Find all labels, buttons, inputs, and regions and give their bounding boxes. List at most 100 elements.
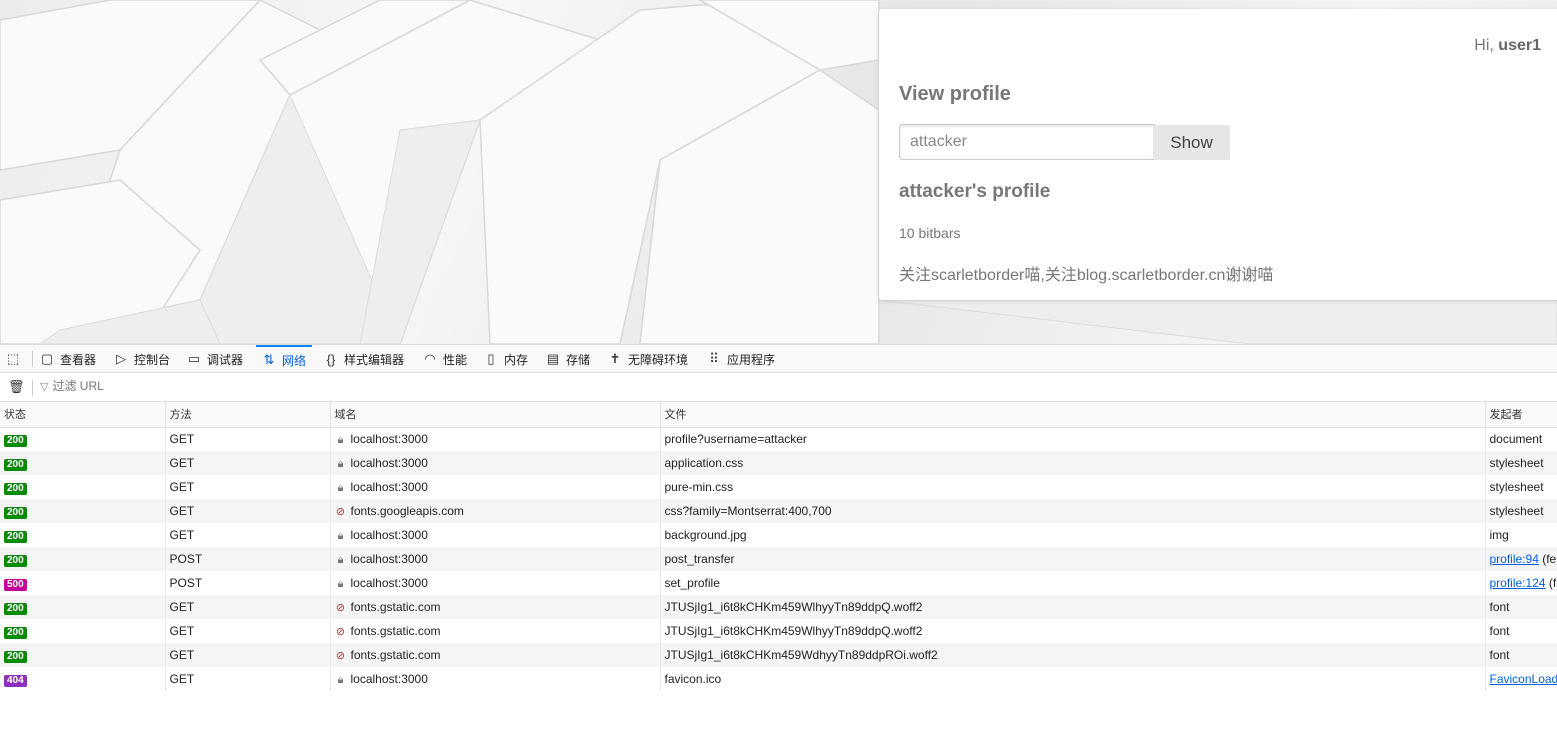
initiator-text: font — [1489, 624, 1510, 638]
domain-cell: 🔒︎ localhost:3000 — [330, 571, 661, 595]
tab-network[interactable]: ⇅ 网络 — [256, 345, 313, 373]
domain-text: fonts.googleapis.com — [350, 504, 464, 518]
tab-console[interactable]: ▷ 控制台 — [114, 345, 170, 373]
table-row[interactable]: 200 GET ⊘ fonts.gstatic.com JTUSjIg1_i6t8kCH… — [0, 619, 1557, 643]
method-cell: GET — [165, 619, 331, 643]
domain-cell: 🔒︎ localhost:3000 — [330, 451, 661, 475]
tab-label: 无障碍环境 — [628, 352, 689, 367]
username-input[interactable] — [899, 124, 1157, 160]
status-badge: 200 — [4, 554, 27, 567]
tab-label: 控制台 — [134, 352, 171, 367]
tab-performance[interactable]: ◠ 性能 — [423, 345, 467, 373]
domain-text: localhost:3000 — [350, 455, 428, 470]
initiator-cell: profile:124 (f — [1485, 571, 1557, 595]
status-cell: 200 — [0, 643, 166, 667]
filter-icon: ▽ — [40, 380, 49, 393]
status-badge: 200 — [4, 458, 27, 471]
domain-cell: 🔒︎ localhost:3000 — [330, 547, 661, 571]
column-header-file[interactable]: 文件 — [660, 402, 1486, 428]
lock-icon: 🔒︎ — [337, 457, 344, 470]
initiator-text: img — [1489, 528, 1509, 542]
file-cell: css?family=Montserrat:400,700 — [660, 499, 1486, 523]
show-button[interactable]: Show — [1153, 125, 1230, 160]
domain-text: localhost:3000 — [350, 431, 428, 446]
domain-cell: 🔒︎ localhost:3000 — [330, 427, 661, 451]
status-cell: 200 — [0, 499, 166, 523]
tab-label: 应用程序 — [727, 352, 776, 367]
tab-application[interactable]: ⠿ 应用程序 — [707, 345, 775, 373]
network-icon: ⇅ — [263, 352, 275, 367]
lock-icon: 🔒︎ — [337, 433, 344, 446]
tab-inspector[interactable]: ▢ 查看器 — [40, 345, 96, 373]
initiator-cell: stylesheet — [1485, 475, 1557, 499]
lock-icon: 🔒︎ — [337, 577, 344, 590]
table-row[interactable]: 200 GET 🔒︎ localhost:3000 pure-min.css styles… — [0, 475, 1557, 499]
lock-icon: 🔒︎ — [337, 673, 344, 686]
domain-text: fonts.gstatic.com — [350, 648, 441, 662]
application-icon: ⠿ — [709, 351, 719, 366]
table-row[interactable]: 500 POST 🔒︎ localhost:3000 set_profile profil… — [0, 571, 1557, 595]
profile-bio: 关注scarletborder喵,关注blog.scarletborder.cn… — [899, 267, 1274, 284]
network-filter-bar: 🗑 ▽ — [0, 373, 1557, 402]
devtools-toolbar: ⬚ ▢ 查看器 ▷ 控制台 ▭ 调试器 ⇅ 网络 {} 样式编辑器 ◠ 性能 ▯… — [0, 344, 1557, 373]
table-row[interactable]: 200 GET 🔒︎ localhost:3000 application.css sty… — [0, 451, 1557, 475]
initiator-link[interactable]: profile:124 — [1490, 576, 1546, 590]
insecure-lock-icon: ⊘ — [335, 626, 346, 638]
tab-label: 网络 — [282, 353, 307, 368]
method-cell: POST — [165, 547, 331, 571]
tab-label: 查看器 — [60, 352, 97, 367]
file-cell: JTUSjIg1_i6t8kCHKm459WdhyyTn89ddpROi.wof… — [660, 643, 1486, 667]
tab-debugger[interactable]: ▭ 调试器 — [187, 345, 243, 373]
method-cell: GET — [165, 643, 331, 667]
tab-memory[interactable]: ▯ 内存 — [484, 345, 528, 373]
table-row[interactable]: 200 GET ⊘ fonts.gstatic.com JTUSjIg1_i6t8kCH… — [0, 643, 1557, 667]
tab-storage[interactable]: ▤ 存储 — [546, 345, 590, 373]
method-cell: GET — [165, 667, 331, 691]
filter-url-input[interactable] — [52, 379, 253, 393]
table-row[interactable]: 200 GET ⊘ fonts.googleapis.com css?family=Mo… — [0, 499, 1557, 523]
tab-label: 内存 — [504, 352, 529, 367]
network-requests-body: 200 GET 🔒︎ localhost:3000 profile?username=a… — [0, 427, 1557, 691]
domain-cell: ⊘ fonts.gstatic.com — [330, 643, 661, 667]
lock-icon: 🔒︎ — [337, 553, 344, 566]
domain-cell: ⊘ fonts.googleapis.com — [330, 499, 661, 523]
table-row[interactable]: 200 POST 🔒︎ localhost:3000 post_transfer prof… — [0, 547, 1557, 571]
column-header-method[interactable]: 方法 — [165, 402, 331, 428]
web-page: Hi, user1 View profile Show attacker's p… — [0, 0, 1557, 344]
table-row[interactable]: 200 GET ⊘ fonts.gstatic.com JTUSjIg1_i6t8kCH… — [0, 595, 1557, 619]
status-cell: 500 — [0, 571, 166, 595]
storage-icon: ▤ — [546, 351, 560, 366]
method-cell: GET — [165, 499, 331, 523]
column-header-initiator[interactable]: 发起者 — [1485, 402, 1557, 428]
column-header-domain[interactable]: 域名 — [330, 402, 661, 428]
method-cell: POST — [165, 571, 331, 595]
status-badge: 200 — [4, 482, 27, 495]
tab-style-editor[interactable]: {} 样式编辑器 — [324, 345, 404, 373]
element-picker-button[interactable]: ⬚ — [6, 345, 26, 373]
status-badge: 200 — [4, 506, 27, 519]
domain-cell: ⊘ fonts.gstatic.com — [330, 619, 661, 643]
devtools-panel: ⬚ ▢ 查看器 ▷ 控制台 ▭ 调试器 ⇅ 网络 {} 样式编辑器 ◠ 性能 ▯… — [0, 344, 1557, 751]
initiator-cell: stylesheet — [1485, 451, 1557, 475]
insecure-lock-icon: ⊘ — [335, 506, 346, 518]
column-header-status[interactable]: 状态 — [0, 402, 166, 428]
initiator-link[interactable]: profile:94 — [1490, 552, 1539, 566]
tab-accessibility[interactable]: ✝ 无障碍环境 — [608, 345, 688, 373]
status-cell: 404 — [0, 667, 166, 691]
file-cell: set_profile — [660, 571, 1486, 595]
domain-cell: 🔒︎ localhost:3000 — [330, 475, 661, 499]
domain-cell: 🔒︎ localhost:3000 — [330, 667, 661, 691]
status-badge: 200 — [4, 626, 27, 639]
user-greeting: Hi, user1 — [1474, 37, 1541, 55]
filter-url-field[interactable]: ▽ — [40, 379, 253, 393]
initiator-link[interactable]: FaviconLoade — [1490, 672, 1557, 686]
status-badge: 200 — [4, 602, 27, 615]
status-cell: 200 — [0, 451, 166, 475]
table-row[interactable]: 200 GET 🔒︎ localhost:3000 background.jpg img — [0, 523, 1557, 547]
domain-text: fonts.gstatic.com — [350, 600, 441, 614]
table-row[interactable]: 200 GET 🔒︎ localhost:3000 profile?username=a… — [0, 427, 1557, 451]
table-row[interactable]: 404 GET 🔒︎ localhost:3000 favicon.ico Favicon… — [0, 667, 1557, 691]
clear-requests-trash-icon[interactable]: 🗑 — [8, 379, 25, 395]
inspector-icon: ▢ — [40, 351, 54, 366]
bitbars-balance: 10 bitbars — [899, 225, 961, 241]
